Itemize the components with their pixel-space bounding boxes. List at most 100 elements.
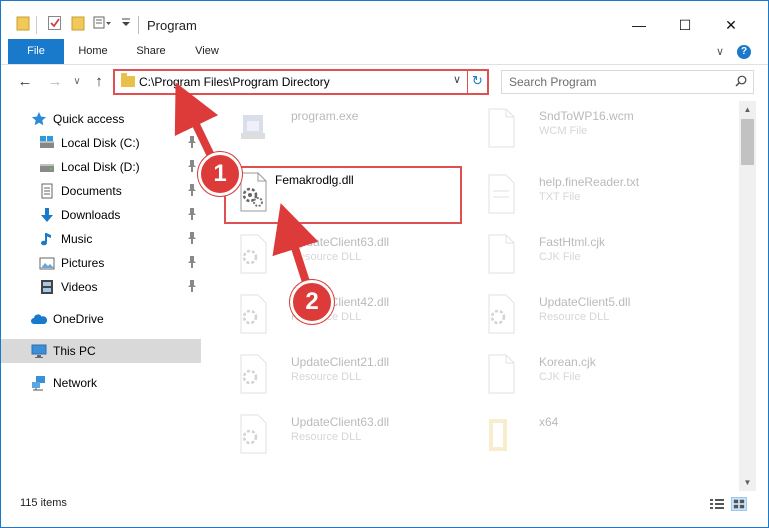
list-item[interactable]: program.exe: [225, 101, 465, 157]
sidebar-item-local-disk-d[interactable]: Local Disk (D:): [1, 155, 201, 179]
status-bar: 115 items: [1, 491, 768, 517]
large-icons-view-icon[interactable]: [731, 497, 747, 511]
navigation-pane: Quick access Local Disk (C:) Local Disk …: [1, 101, 203, 491]
list-item[interactable]: UpdateClient21.dll Resource DLL: [225, 347, 465, 403]
list-item[interactable]: UpdateClient42.dll Resource DLL: [225, 287, 465, 343]
file-type: TXT File: [539, 191, 581, 203]
divider: [138, 16, 139, 34]
address-path: C:\Program Files\Program Directory: [139, 75, 330, 89]
dll-file-icon: [240, 234, 267, 274]
file-type: Resource DLL: [291, 431, 362, 443]
customize-toolbar-icon[interactable]: [121, 15, 131, 31]
videos-icon: [41, 280, 53, 294]
search-icon: [735, 75, 747, 87]
folder-icon: [489, 419, 507, 451]
address-dropdown-icon[interactable]: ∨: [453, 73, 461, 86]
close-icon: ✕: [725, 16, 737, 33]
scroll-up-icon[interactable]: ▲: [739, 101, 756, 118]
sidebar-item-label: Videos: [61, 280, 98, 294]
sidebar-item-this-pc[interactable]: This PC: [1, 339, 201, 363]
maximize-button[interactable]: ☐: [662, 11, 708, 39]
sidebar-item-local-disk-c[interactable]: Local Disk (C:): [1, 131, 201, 155]
file-name: SndToWP16.wcm: [539, 109, 634, 123]
file-name: UpdateClient63.dll: [291, 415, 390, 429]
tab-view[interactable]: View: [185, 39, 229, 64]
tab-share[interactable]: Share: [129, 39, 173, 64]
vertical-scrollbar[interactable]: ▲ ▼: [739, 101, 756, 491]
list-item[interactable]: Korean.cjk CJK File: [473, 347, 713, 403]
file-icon: [488, 108, 515, 148]
sidebar-item-downloads[interactable]: Downloads: [1, 203, 201, 227]
file-type: Resource DLL: [539, 311, 610, 323]
list-item[interactable]: UpdateClient63.dll Resource DLL: [225, 407, 465, 463]
sidebar-item-label: This PC: [53, 344, 96, 358]
address-bar[interactable]: C:\Program Files\Program Directory ∨ ↻: [113, 69, 489, 95]
list-item[interactable]: UpdateClient63.dll Resource DLL: [225, 227, 465, 283]
file-name: UpdateClient5.dll: [539, 295, 631, 309]
file-name: x64: [539, 415, 559, 429]
sidebar-item-videos[interactable]: Videos: [1, 275, 201, 299]
sidebar-item-documents[interactable]: Documents: [1, 179, 201, 203]
pin-icon[interactable]: [187, 256, 197, 268]
tab-file[interactable]: File: [8, 39, 64, 64]
properties-icon[interactable]: [47, 15, 63, 31]
minimize-button[interactable]: —: [616, 11, 662, 39]
back-icon[interactable]: ←: [15, 72, 35, 92]
sidebar-item-label: Network: [53, 376, 98, 390]
sidebar-item-network[interactable]: Network: [1, 371, 201, 395]
file-type: CJK File: [539, 251, 581, 263]
list-item[interactable]: SndToWP16.wcm WCM File: [473, 101, 713, 157]
list-item[interactable]: x64: [473, 407, 713, 463]
sidebar-item-music[interactable]: Music: [1, 227, 201, 251]
close-button[interactable]: ✕: [708, 11, 754, 39]
drive-icon: [40, 136, 54, 148]
sidebar-item-label: Documents: [61, 184, 122, 198]
cloud-icon: [31, 314, 47, 324]
explorer-window: Program — ☐ ✕ File Home Share View ∨ ? ←…: [0, 0, 769, 528]
sidebar-item-onedrive[interactable]: OneDrive: [1, 307, 201, 331]
sidebar-item-label: Pictures: [61, 256, 105, 270]
refresh-icon[interactable]: ↻: [472, 73, 483, 89]
help-icon[interactable]: ?: [737, 45, 751, 59]
exe-file-icon: [241, 115, 265, 139]
pin-icon[interactable]: [187, 160, 197, 172]
up-icon[interactable]: ↑: [89, 72, 109, 92]
pin-icon[interactable]: [187, 232, 197, 244]
tab-home[interactable]: Home: [71, 39, 115, 64]
file-type: Resource DLL: [291, 251, 362, 263]
step-badge-1: 1: [198, 152, 242, 196]
monitor-icon: [31, 344, 47, 358]
new-folder-icon[interactable]: [71, 15, 85, 31]
pin-icon[interactable]: [187, 208, 197, 220]
sidebar-item-pictures[interactable]: Pictures: [1, 251, 201, 275]
pin-icon[interactable]: [187, 280, 197, 292]
download-icon: [41, 208, 53, 222]
recent-locations-icon[interactable]: ∨: [67, 72, 87, 92]
pin-icon[interactable]: [187, 136, 197, 148]
dll-file-icon: [488, 294, 515, 334]
file-name: UpdateClient21.dll: [291, 355, 390, 369]
text-file-icon: [488, 174, 515, 214]
item-count: 115 items: [20, 497, 67, 509]
file-type: Resource DLL: [291, 371, 362, 383]
list-item[interactable]: UpdateClient5.dll Resource DLL: [473, 287, 713, 343]
folder-icon: [121, 73, 135, 87]
file-name: FastHtml.cjk: [539, 235, 605, 249]
details-view-icon[interactable]: [709, 497, 725, 511]
dll-file-icon: [240, 294, 267, 334]
title-bar: Program — ☐ ✕: [1, 1, 768, 39]
sidebar-item-quick-access[interactable]: Quick access: [1, 107, 201, 131]
file-name: UpdateClient63.dll: [291, 235, 390, 249]
folder-icon[interactable]: [16, 15, 30, 31]
pin-icon[interactable]: [187, 184, 197, 196]
expand-ribbon-icon[interactable]: ∨: [716, 45, 724, 58]
view-options-icon[interactable]: [93, 15, 111, 31]
scrollbar-thumb[interactable]: [741, 119, 754, 165]
list-item[interactable]: FastHtml.cjk CJK File: [473, 227, 713, 283]
forward-icon[interactable]: →: [45, 72, 65, 92]
sidebar-item-label: Downloads: [61, 208, 121, 222]
search-input[interactable]: Search Program: [501, 70, 754, 94]
list-item[interactable]: help.fineReader.txt TXT File: [473, 167, 713, 223]
scroll-down-icon[interactable]: ▼: [739, 474, 756, 491]
dll-file-icon: [240, 414, 267, 454]
